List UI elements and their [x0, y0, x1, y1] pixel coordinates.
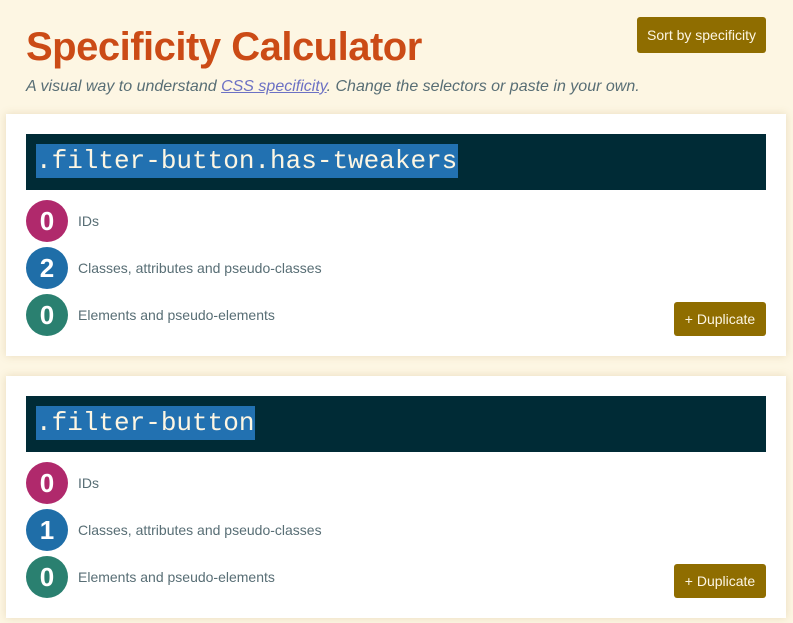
selector-text[interactable]: .filter-button: [36, 406, 256, 440]
selector-card: .filter-button 0 IDs 1 Classes, attribut…: [6, 376, 786, 618]
subtitle-suffix: . Change the selectors or paste in your …: [326, 78, 640, 95]
ids-count-badge: 0: [26, 462, 68, 504]
ids-label: IDs: [78, 475, 99, 491]
duplicate-button[interactable]: + Duplicate: [674, 302, 766, 336]
elements-row: 0 Elements and pseudo-elements: [26, 294, 275, 336]
selector-input[interactable]: .filter-button: [26, 396, 766, 452]
selector-card: .filter-button.has-tweakers 0 IDs 2 Clas…: [6, 114, 786, 356]
duplicate-button[interactable]: + Duplicate: [674, 564, 766, 598]
sort-by-specificity-button[interactable]: Sort by specificity: [637, 17, 766, 53]
classes-row: 1 Classes, attributes and pseudo-classes: [26, 509, 322, 551]
classes-count-badge: 2: [26, 247, 68, 289]
page-header: Specificity Calculator A visual way to u…: [0, 0, 793, 114]
elements-label: Elements and pseudo-elements: [78, 307, 275, 323]
elements-count-badge: 0: [26, 556, 68, 598]
ids-count-badge: 0: [26, 200, 68, 242]
css-specificity-link[interactable]: CSS specificity: [221, 78, 327, 95]
elements-count-badge: 0: [26, 294, 68, 336]
page-subtitle: A visual way to understand CSS specifici…: [26, 77, 640, 97]
subtitle-prefix: A visual way to understand: [26, 78, 222, 95]
classes-row: 2 Classes, attributes and pseudo-classes: [26, 247, 322, 289]
ids-row: 0 IDs: [26, 462, 99, 504]
elements-label: Elements and pseudo-elements: [78, 569, 275, 585]
selector-text[interactable]: .filter-button.has-tweakers: [36, 144, 459, 178]
ids-label: IDs: [78, 213, 99, 229]
page-title: Specificity Calculator: [26, 25, 422, 69]
classes-label: Classes, attributes and pseudo-classes: [78, 522, 322, 538]
elements-row: 0 Elements and pseudo-elements: [26, 556, 275, 598]
selector-input[interactable]: .filter-button.has-tweakers: [26, 134, 766, 190]
classes-count-badge: 1: [26, 509, 68, 551]
ids-row: 0 IDs: [26, 200, 99, 242]
classes-label: Classes, attributes and pseudo-classes: [78, 260, 322, 276]
